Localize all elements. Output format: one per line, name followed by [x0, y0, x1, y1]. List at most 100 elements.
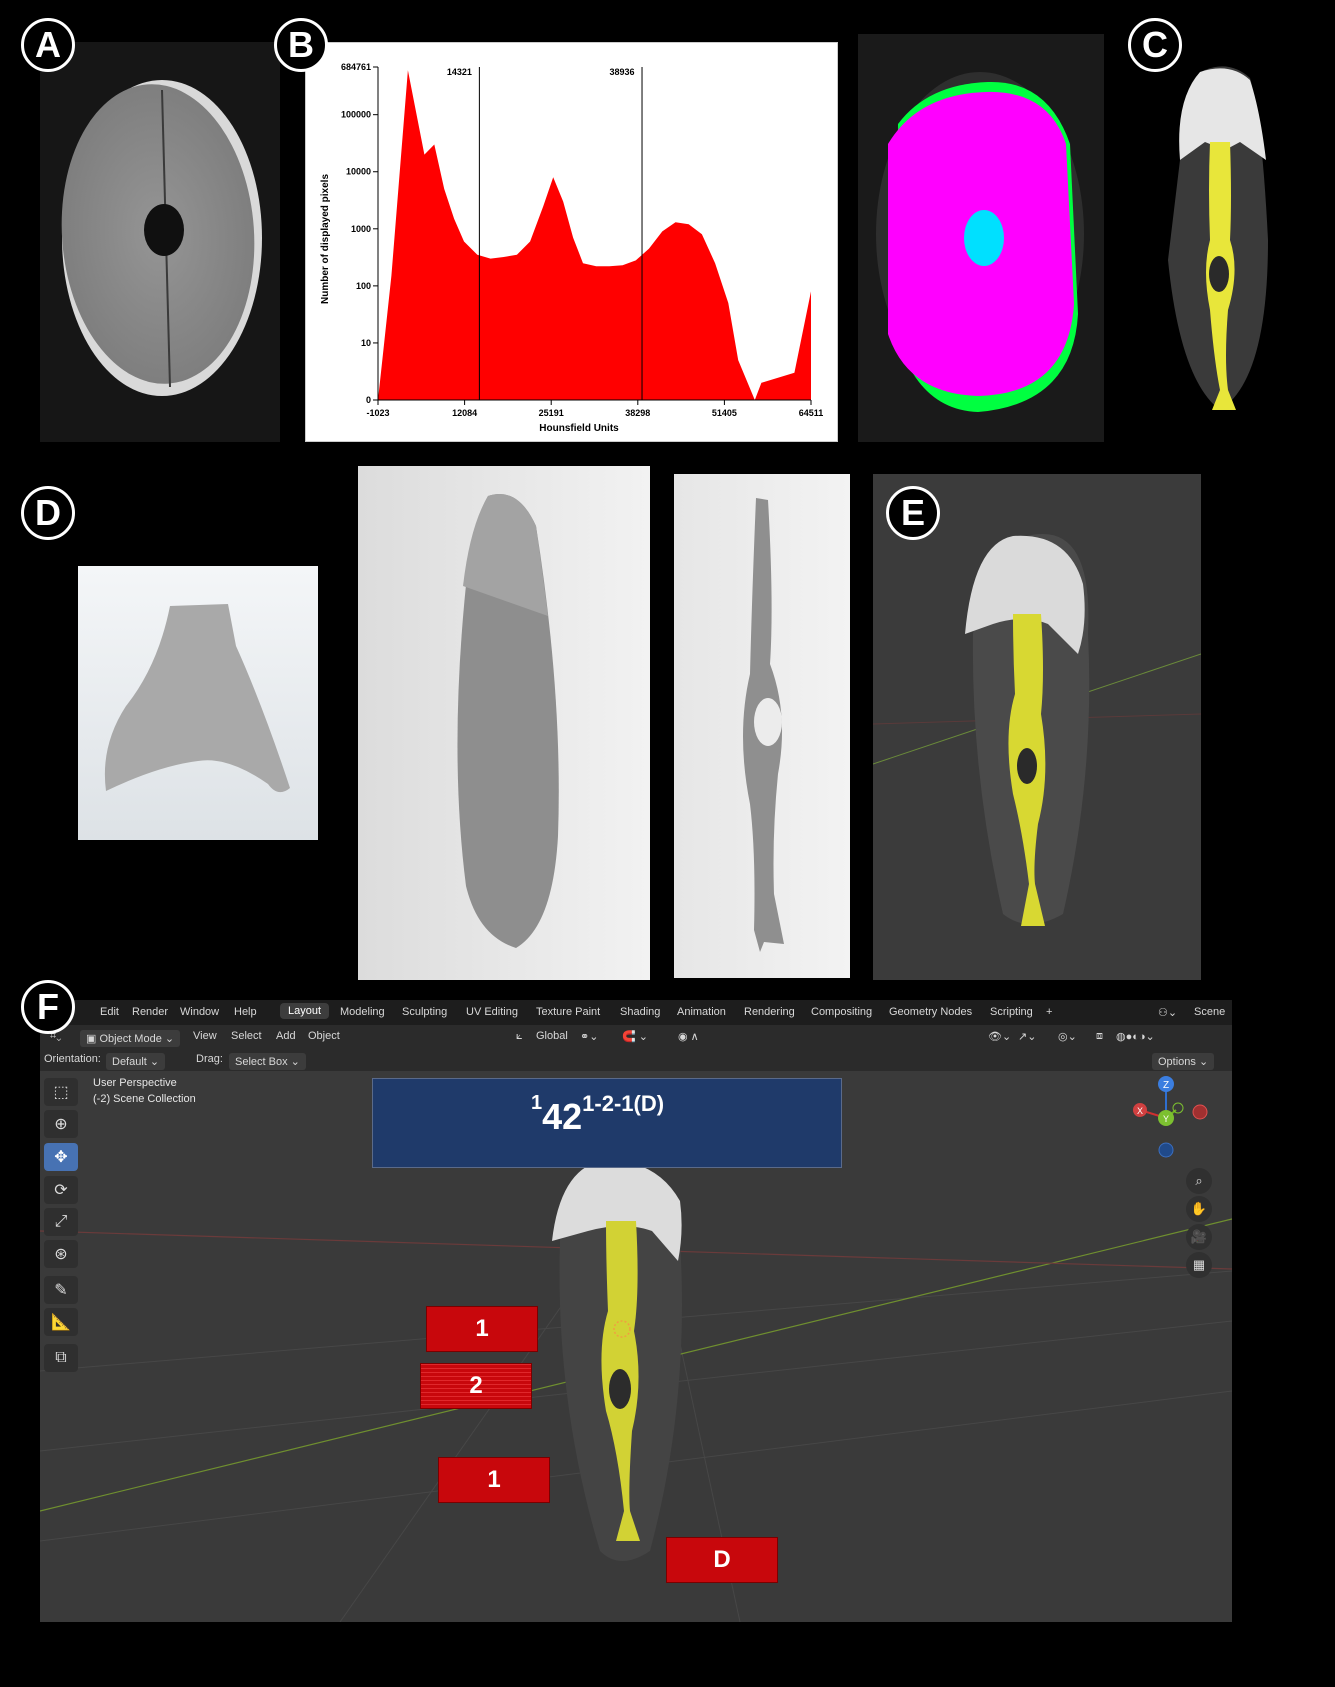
pan-hand-icon[interactable]: ✋	[1186, 1196, 1212, 1222]
panel-label-c: C	[1128, 18, 1182, 72]
blender-window: e Edit Render Window Help Layout Modelin…	[40, 1000, 1232, 1622]
header-menu-select[interactable]: Select	[231, 1030, 262, 1042]
tooth-3d-model	[1150, 60, 1280, 430]
blender-top-bar: e Edit Render Window Help Layout Modelin…	[40, 1000, 1232, 1025]
histogram-x-tick-label: 64511	[799, 408, 824, 418]
annotate-tool[interactable]: ✎	[44, 1276, 78, 1304]
select-box-tool[interactable]: ⬚	[44, 1078, 78, 1106]
panel-label-b: B	[274, 18, 328, 72]
histogram-y-tick-label: 10	[361, 338, 371, 348]
gizmo-x-label: X	[1137, 1106, 1143, 1116]
rotate-tool[interactable]: ⟳	[44, 1176, 78, 1204]
histogram-area	[378, 70, 811, 401]
move-tool[interactable]: ✥	[44, 1143, 78, 1171]
tab-scripting[interactable]: Scripting	[990, 1006, 1033, 1018]
header-menu-view[interactable]: View	[193, 1030, 217, 1042]
viewport-header: ⌗⌄ ▣ Object Mode ⌄ View Select Add Objec…	[40, 1025, 1232, 1048]
object-mode-icon: ▣	[86, 1033, 100, 1045]
tooth-code-number: 42	[542, 1096, 583, 1137]
tab-texture-paint[interactable]: Texture Paint	[536, 1006, 600, 1018]
tooth-code-label: 1421-2-1(D)	[372, 1078, 842, 1168]
drag-dropdown[interactable]: Select Box ⌄	[229, 1053, 306, 1070]
root-model-view	[358, 466, 650, 980]
tab-layout[interactable]: Layout	[280, 1003, 330, 1019]
histogram-y-tick-label: 0	[366, 395, 371, 405]
orientation-value: Default	[112, 1056, 147, 1068]
visibility-icon[interactable]: 👁⌄	[988, 1030, 1011, 1043]
histogram-x-tick-label: 51405	[712, 408, 737, 418]
navigation-gizmo[interactable]: Z X Y	[1130, 1072, 1210, 1162]
drag-label: Drag:	[196, 1053, 223, 1065]
tab-rendering[interactable]: Rendering	[744, 1006, 795, 1018]
object-mode-dropdown[interactable]: ▣ Object Mode ⌄	[80, 1030, 181, 1047]
histogram-x-tick-label: 12084	[452, 408, 477, 418]
histogram-x-tick-label: 38298	[625, 408, 650, 418]
region-label-d: D	[666, 1537, 778, 1583]
options-label: Options	[1158, 1056, 1196, 1068]
tab-modeling[interactable]: Modeling	[340, 1006, 385, 1018]
add-workspace-button[interactable]: +	[1046, 1006, 1052, 1018]
panel-label-e: E	[886, 486, 940, 540]
histogram-y-label: Number of displayed pixels	[320, 174, 331, 304]
panel-label-f: F	[21, 980, 75, 1034]
viewport-perspective-label: User Perspective	[93, 1077, 177, 1089]
add-cube-tool[interactable]: ⧉	[44, 1344, 78, 1372]
tooth-code-suffix: 1-2-1(D)	[582, 1091, 665, 1116]
tool-settings-header: Orientation: Default ⌄ Drag: Select Box …	[40, 1048, 1232, 1071]
pivot-point-icon[interactable]: ⚭⌄	[580, 1030, 598, 1043]
region-label-1-lower: 1	[438, 1457, 550, 1503]
crown-model-view	[78, 566, 318, 840]
histogram-y-tick-label: 100000	[341, 110, 371, 120]
gizmo-y-label: Y	[1163, 1114, 1169, 1124]
shading-modes-icon[interactable]: ◍●◐◑⌄	[1116, 1030, 1155, 1043]
tooth-code-prefix: 1	[531, 1092, 543, 1114]
histogram-chart: 684761100000100001000100100 -1023 12084 25…	[320, 62, 824, 434]
histogram-x-label: Hounsfield Units	[539, 423, 619, 434]
scene-icon[interactable]: ⚇⌄	[1158, 1006, 1177, 1019]
menu-help[interactable]: Help	[234, 1006, 257, 1018]
zoom-icon[interactable]: ⌕	[1186, 1168, 1212, 1194]
viewport-collection-label: (-2) Scene Collection	[93, 1093, 196, 1105]
orientation-label: Orientation:	[44, 1053, 101, 1065]
orientation-dropdown[interactable]: Default ⌄	[106, 1053, 166, 1070]
region-label-1-upper: 1	[426, 1306, 538, 1352]
header-menu-add[interactable]: Add	[276, 1030, 296, 1042]
scene-selector[interactable]: Scene	[1194, 1006, 1225, 1018]
xray-toggle-icon[interactable]: ⧈	[1096, 1030, 1103, 1043]
scale-tool[interactable]: ⤢	[44, 1208, 78, 1236]
menu-edit[interactable]: Edit	[100, 1006, 119, 1018]
camera-view-icon[interactable]: 🎥	[1186, 1224, 1212, 1250]
transform-orientation-dropdown[interactable]: Global	[536, 1030, 568, 1042]
snap-icon[interactable]: 🧲 ⌄	[622, 1030, 648, 1043]
overlay-toggle-icon[interactable]: ◎⌄	[1058, 1030, 1077, 1043]
proportional-edit-icon[interactable]: ◉ ∧	[678, 1030, 699, 1043]
cursor-tool[interactable]: ⊕	[44, 1110, 78, 1138]
menu-render[interactable]: Render	[132, 1006, 168, 1018]
hounsfield-histogram: 684761 100000 10000 1000 100 10 0 -1023 12084 25…	[305, 42, 838, 442]
region-label-2: 2	[420, 1363, 532, 1409]
measure-tool[interactable]: 📐	[44, 1308, 78, 1336]
tab-geometry-nodes[interactable]: Geometry Nodes	[889, 1006, 972, 1018]
histogram-y-tick-label: 1000	[351, 224, 371, 234]
tab-uv-editing[interactable]: UV Editing	[466, 1006, 518, 1018]
tab-sculpting[interactable]: Sculpting	[402, 1006, 447, 1018]
blender-render-view	[873, 474, 1201, 980]
object-mode-label: Object Mode	[99, 1033, 162, 1045]
tab-shading[interactable]: Shading	[620, 1006, 660, 1018]
transform-tool[interactable]: ⊛	[44, 1240, 78, 1268]
histogram-threshold-label: 14321	[447, 67, 472, 77]
menu-window[interactable]: Window	[180, 1006, 219, 1018]
pulp-canal-model-view	[674, 474, 850, 978]
tab-compositing[interactable]: Compositing	[811, 1006, 872, 1018]
options-dropdown[interactable]: Options ⌄	[1152, 1053, 1215, 1070]
gizmo-toggle-icon[interactable]: ↗⌄	[1018, 1030, 1036, 1043]
panel-label-d: D	[21, 486, 75, 540]
histogram-y-tick-label: 10000	[346, 167, 371, 177]
histogram-threshold-label: 38936	[610, 67, 635, 77]
drag-value: Select Box	[235, 1056, 288, 1068]
tab-animation[interactable]: Animation	[677, 1006, 726, 1018]
histogram-x-tick-label: 25191	[539, 408, 564, 418]
panel-label-a: A	[21, 18, 75, 72]
perspective-toggle-icon[interactable]: ▦	[1186, 1252, 1212, 1278]
header-menu-object[interactable]: Object	[308, 1030, 340, 1042]
